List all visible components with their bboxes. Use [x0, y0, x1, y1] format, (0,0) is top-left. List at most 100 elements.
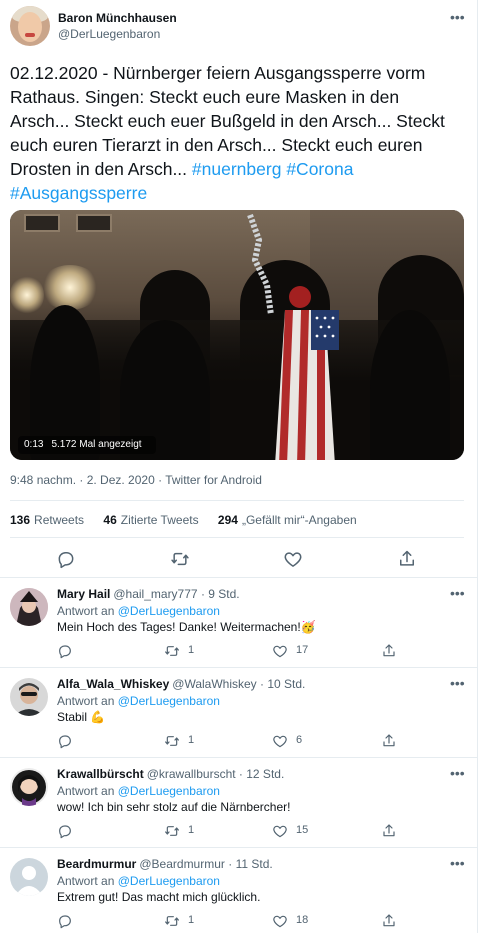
like-count: 6 — [296, 734, 303, 746]
video-player[interactable]: 0:13 5.172 Mal angezeigt — [10, 210, 464, 460]
like-icon[interactable] — [272, 823, 288, 839]
video-frame-flag — [275, 286, 339, 460]
hashtag-link[interactable]: #nuernberg — [192, 159, 282, 179]
avatar[interactable] — [10, 768, 48, 806]
avatar[interactable] — [10, 588, 48, 626]
reply-author[interactable]: Beardmurmur @Beardmurmur · 11 Std. — [57, 857, 273, 871]
divider — [0, 847, 478, 848]
more-dots-icon[interactable]: ••• — [450, 586, 465, 600]
reply-actions: 1 6 — [0, 733, 478, 751]
author-handle[interactable]: @DerLuegenbaron — [58, 27, 160, 41]
reply-text-body: Mein Hoch des Tages! Danke! Weitermachen… — [57, 620, 301, 634]
reply-tweet[interactable]: Krawallbürscht @krawallburscht · 12 Std. … — [0, 760, 478, 848]
reply-display-name: Krawallbürscht — [57, 767, 144, 781]
divider — [0, 667, 478, 668]
retweets-stat[interactable]: 136 Retweets — [10, 513, 84, 527]
divider — [10, 500, 464, 501]
reply-icon[interactable] — [57, 913, 73, 929]
reply-author[interactable]: Alfa_Wala_Whiskey @WalaWhiskey · 10 Std. — [57, 677, 305, 691]
video-frame-window — [76, 214, 112, 232]
reply-author[interactable]: Krawallbürscht @krawallburscht · 12 Std. — [57, 767, 284, 781]
more-dots-icon[interactable]: ••• — [450, 856, 465, 870]
reply-to-mention[interactable]: @DerLuegenbaron — [118, 874, 220, 888]
flexed-biceps-emoji: 💪 — [90, 710, 106, 724]
reply-handle: @hail_mary777 — [113, 587, 198, 601]
video-frame-light — [40, 265, 100, 310]
share-icon[interactable] — [381, 823, 397, 839]
video-frame-window — [24, 214, 60, 232]
main-tweet-header: Baron Münchhausen @DerLuegenbaron ••• — [10, 6, 468, 50]
retweet-icon[interactable] — [170, 549, 190, 569]
like-icon[interactable] — [283, 549, 303, 569]
tweet-body: 02.12.2020 - Nürnberger feiern Ausgangss… — [10, 61, 462, 205]
reply-to-prefix: Antwort an — [57, 784, 115, 798]
like-icon[interactable] — [272, 733, 288, 749]
reply-to-prefix: Antwort an — [57, 874, 115, 888]
reply-author[interactable]: Mary Hail @hail_mary777 · 9 Std. — [57, 587, 240, 601]
reply-to-mention[interactable]: @DerLuegenbaron — [118, 784, 220, 798]
main-tweet-actions — [0, 547, 478, 571]
avatar[interactable] — [10, 858, 48, 896]
quotes-count: 46 — [103, 513, 117, 527]
reply-icon[interactable] — [57, 643, 73, 659]
divider — [0, 757, 478, 758]
hashtag-link[interactable]: #Ausgangssperre — [10, 183, 147, 203]
more-dots-icon[interactable]: ••• — [450, 766, 465, 780]
reply-to-line: Antwort an @DerLuegenbaron — [57, 604, 220, 618]
reply-actions: 1 15 — [0, 823, 478, 841]
retweets-label: Retweets — [34, 513, 85, 527]
avatar[interactable] — [10, 678, 48, 716]
reply-display-name: Beardmurmur — [57, 857, 137, 871]
quotes-stat[interactable]: 46 Zitierte Tweets — [103, 513, 198, 527]
reply-display-name: Alfa_Wala_Whiskey — [57, 677, 170, 691]
party-face-emoji: 🥳 — [300, 620, 316, 634]
video-duration: 0:13 — [24, 439, 44, 450]
reply-text: Mein Hoch des Tages! Danke! Weitermachen… — [57, 620, 316, 634]
reply-to-mention[interactable]: @DerLuegenbaron — [118, 694, 220, 708]
reply-icon[interactable] — [57, 823, 73, 839]
retweet-icon[interactable] — [164, 733, 180, 749]
reply-handle: @krawallburscht — [146, 767, 236, 781]
quotes-label: Zitierte Tweets — [120, 513, 199, 527]
reply-icon[interactable] — [56, 549, 76, 569]
reply-to-line: Antwort an @DerLuegenbaron — [57, 874, 220, 888]
reply-to-line: Antwort an @DerLuegenbaron — [57, 784, 220, 798]
tweet-thread-page: Baron Münchhausen @DerLuegenbaron ••• 02… — [0, 0, 478, 933]
retweet-count: 1 — [188, 734, 195, 746]
hashtag-link[interactable]: #Corona — [286, 159, 353, 179]
share-icon[interactable] — [381, 733, 397, 749]
tweet-timestamp[interactable]: 9:48 nachm. · 2. Dez. 2020 · Twitter for… — [10, 473, 262, 487]
reply-tweet[interactable]: Alfa_Wala_Whiskey @WalaWhiskey · 10 Std. … — [0, 670, 478, 758]
author-display-name[interactable]: Baron Münchhausen — [58, 11, 177, 25]
reply-to-mention[interactable]: @DerLuegenbaron — [118, 604, 220, 618]
share-icon[interactable] — [397, 549, 417, 569]
share-icon[interactable] — [381, 643, 397, 659]
like-icon[interactable] — [272, 643, 288, 659]
retweet-icon[interactable] — [164, 823, 180, 839]
video-views: 5.172 Mal angezeigt — [51, 439, 142, 450]
retweets-count: 136 — [10, 513, 31, 527]
like-count: 15 — [296, 824, 309, 836]
divider — [10, 537, 464, 538]
video-meta-overlay: 0:13 5.172 Mal angezeigt — [18, 436, 156, 454]
reply-handle: @WalaWhiskey — [172, 677, 257, 691]
avatar[interactable] — [10, 6, 50, 46]
reply-to-prefix: Antwort an — [57, 694, 115, 708]
video-frame-light — [10, 275, 44, 315]
likes-stat[interactable]: 294 „Gefällt mir“-Angaben — [218, 513, 357, 527]
more-dots-icon[interactable]: ••• — [450, 676, 465, 690]
retweet-icon[interactable] — [164, 643, 180, 659]
like-count: 17 — [296, 644, 309, 656]
retweet-icon[interactable] — [164, 913, 180, 929]
reply-handle: @Beardmurmur — [139, 857, 225, 871]
like-count: 18 — [296, 914, 309, 926]
reply-tweet[interactable]: Mary Hail @hail_mary777 · 9 Std. ••• Antw… — [0, 580, 478, 668]
reply-text: Extrem gut! Das macht mich glücklich. — [57, 890, 261, 904]
reply-time: · 9 Std. — [200, 587, 240, 601]
reply-tweet[interactable]: Beardmurmur @Beardmurmur · 11 Std. ••• An… — [0, 850, 478, 933]
more-dots-icon[interactable]: ••• — [450, 10, 465, 24]
reply-icon[interactable] — [57, 733, 73, 749]
like-icon[interactable] — [272, 913, 288, 929]
share-icon[interactable] — [381, 913, 397, 929]
reply-actions: 1 18 — [0, 913, 478, 931]
